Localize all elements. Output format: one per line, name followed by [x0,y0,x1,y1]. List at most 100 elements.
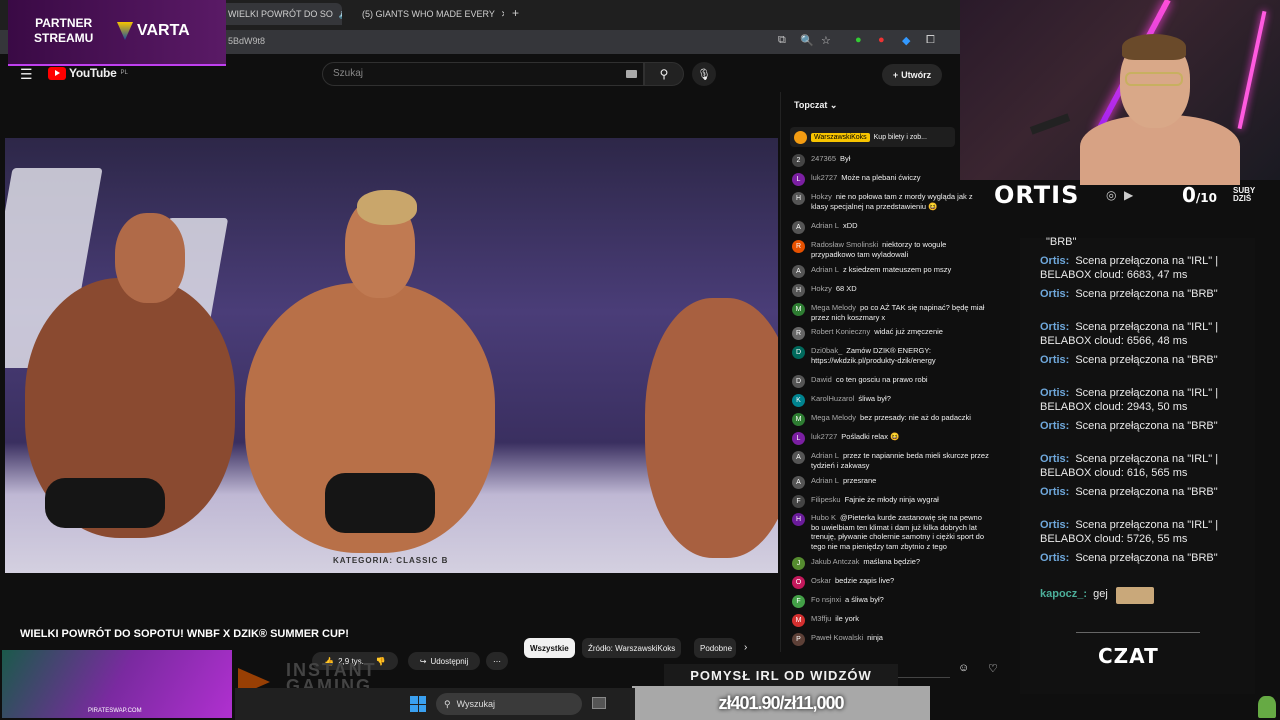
menu-icon[interactable]: ☰ [20,66,33,83]
avatar: O [792,576,805,589]
cast-icon[interactable]: ⧉ [778,34,786,47]
message-author: Oskar [811,576,832,585]
varta-shield-icon [117,22,133,40]
chat-mode-dropdown[interactable]: Topczat ⌄ [794,100,837,111]
pirateswap-label: PIRATESWAP.COM [88,708,142,714]
chip-all[interactable]: Wszystkie [524,638,575,658]
bookmark-star-icon[interactable]: ☆ [821,34,831,47]
message-body: Dzi0bak_ Zamów DZIK® ENERGY: https://wkdz… [811,346,991,365]
chatter-name: kapocz_: [1040,588,1088,600]
close-icon[interactable]: ✕ [501,9,504,20]
task-view-icon[interactable] [592,697,606,709]
message-author: Filipesku [811,495,841,504]
tab-video[interactable]: WIELKI POWRÓT DO SO 🔊 ✕ [220,3,342,25]
stream-chat-message: Ortis: Scena przełączona na "BRB" [1040,420,1245,434]
chat-message[interactable]: R Robert Konieczny widać już zmęczenie [792,327,1002,340]
message-text: xDD [842,221,858,230]
cat-emote-image [1116,587,1154,604]
chat-message[interactable]: D Dawid co ten gosciu na prawo robi [792,375,1002,388]
chat-message[interactable]: R Radosław Smolinski niektorzy to wogule p… [792,240,1002,259]
message-body: KarolHuzarol śliwa był? [811,394,991,407]
url-text[interactable]: 5BdW9t8 [228,36,265,46]
avatar: D [792,375,805,388]
avatar: A [792,451,805,464]
streamer-hair [1122,34,1186,60]
chat-message[interactable]: A Adrian Lz ksiedzem mateuszem po mszy [792,265,1002,278]
chat-message[interactable]: J Jakub Antczak maślana będzie? [792,557,1002,570]
message-body: Adrian LxDD [811,221,991,234]
message-body: Adrian Lprzesrane [811,476,991,489]
chat-message[interactable]: O Oskar bedzie zapis live? [792,576,1002,589]
more-actions-button[interactable]: ⋯ [486,652,508,670]
search-input[interactable]: Szukaj [322,62,644,86]
chat-message[interactable]: A Adrian LxDD [792,221,1002,234]
avatar: M [792,614,805,627]
keyboard-icon[interactable] [626,70,637,78]
extension-icon[interactable]: ● [855,34,862,46]
zoom-icon[interactable]: 🔍 [800,34,814,47]
chip-related[interactable]: Podobne [694,638,736,658]
create-button[interactable]: + Utwórz [882,64,942,86]
search-button[interactable]: ⚲ [644,62,684,86]
message-text: ninja [867,633,883,642]
avatar: D [792,346,805,359]
divider [1076,632,1200,633]
chatter-text: Scena przełączona na "BRB" [1075,288,1218,300]
chat-message[interactable]: D Dzi0bak_ Zamów DZIK® ENERGY: https://wkd… [792,346,1002,365]
extension-icon[interactable]: ● [878,34,885,46]
extensions-puzzle-icon[interactable]: ⧠ [926,34,935,47]
athlete-figure [645,298,778,558]
sponsor-name: VARTA [137,22,190,39]
avatar: H [792,513,805,526]
extension-icon[interactable]: ◆ [902,34,910,47]
chat-message[interactable]: A Adrian Lprzesrane [792,476,1002,489]
stream-chat-message: Ortis: Scena przełączona na "IRL" | BELAB… [1040,387,1245,414]
chat-message[interactable]: M Mega Melody bez przesady: nie aż do pada… [792,413,1002,426]
donation-goal: zł401.90/zł11,000 [632,686,930,720]
message-text: maślana będzie? [863,557,921,566]
chatter-text: Scena przełączona na "BRB" [1075,420,1218,432]
message-author: Adrian L [811,451,839,460]
message-text: przesrane [842,476,877,485]
avatar: A [792,476,805,489]
voice-search-button[interactable]: 🎙 [692,62,716,86]
share-button[interactable]: ↪ Udostępnij [408,652,480,670]
windows-start-icon[interactable] [410,696,426,712]
message-body: Radosław Smolinski niektorzy to wogule pr… [811,240,991,259]
chat-message[interactable]: K KarolHuzarol śliwa był? [792,394,1002,407]
chevron-down-icon: ⌄ [829,100,838,110]
thumbs-down-icon: 👎 [375,656,386,666]
chat-message[interactable]: M M3ffju ile york [792,614,1002,627]
avatar: L [792,173,805,186]
message-body: M3ffju ile york [811,614,991,627]
chat-message[interactable]: H Hubo K @Pieterka kurde zastanowię się na… [792,513,1002,551]
youtube-logo[interactable]: YouTube PL [48,66,128,80]
new-tab-button[interactable]: + [512,6,519,20]
tab-giants[interactable]: (5) GIANTS WHO MADE EVERY ✕ [348,3,504,25]
chat-message[interactable]: A Adrian Lprzez te napiannie beda mieli s… [792,451,1002,470]
chevron-right-icon[interactable]: › [744,642,747,653]
chip-source[interactable]: Źródło: WarszawskiKoks [582,638,682,658]
message-text: widać już zmęczenie [874,327,943,336]
message-text: 68 XD [835,284,857,293]
message-text: Może na plebani ćwiczy [841,173,921,182]
stream-chat-message: Ortis: Scena przełączona na "BRB" [1040,486,1245,500]
emoji-icon[interactable]: ☺ [958,662,969,674]
message-text: Był [840,154,851,163]
chat-message[interactable]: H Hokzy nie no połowa tam z mordy wygląda … [792,192,1002,211]
athlete-head [115,213,185,303]
chatter-name: Ortis: [1040,453,1070,465]
pinned-message[interactable]: WarszawskiKoks Kup bilety i zob... [790,127,955,147]
chat-message[interactable]: F Fo nsjnxi a śliwa był? [792,595,1002,608]
chat-message[interactable]: F Filipesku Fajnie że młody ninja wygrał [792,495,1002,508]
chat-message[interactable]: Lluk2727 Pośladki relax 😆 [792,432,1002,445]
chat-message[interactable]: P Paweł Kowalski ninja [792,633,1002,646]
stream-chat-message: Ortis: Scena przełączona na "IRL" | BELAB… [1040,453,1245,480]
chat-message[interactable]: H Hokzy 68 XD [792,284,1002,297]
chat-message[interactable]: M Mega Melody po co AŻ TAK się napinać? bę… [792,303,1002,322]
video-player[interactable] [5,138,778,573]
taskbar-search[interactable]: ⚲ Wyszukaj [436,693,582,715]
message-author: Hokzy [811,284,832,293]
heart-icon[interactable]: ♡ [988,662,998,675]
stream-chat-message: Ortis: Scena przełączona na "IRL" | BELAB… [1040,519,1245,546]
